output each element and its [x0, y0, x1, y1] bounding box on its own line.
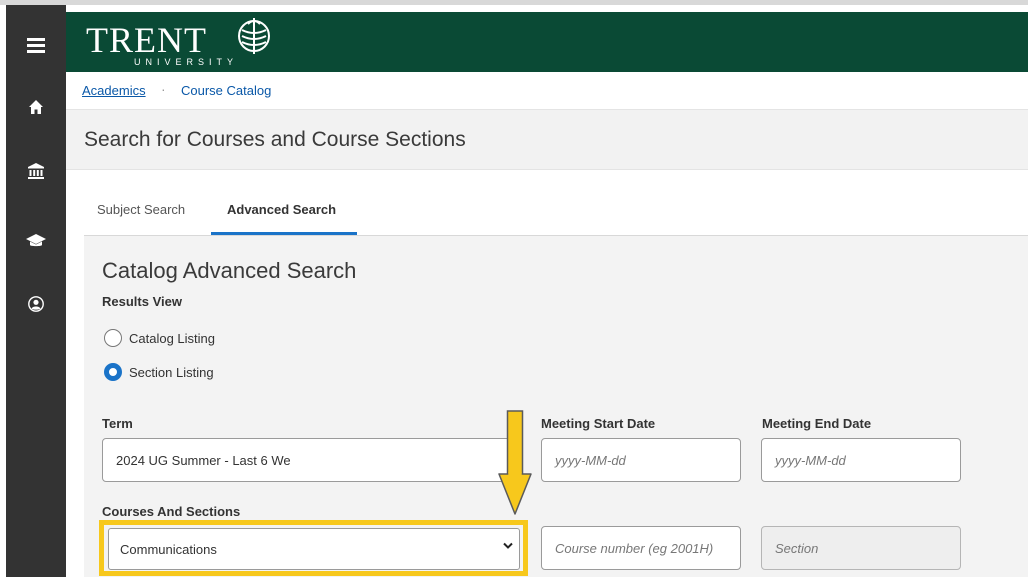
section-listing-radio[interactable] [104, 363, 122, 381]
meeting-start-date-label: Meeting Start Date [541, 416, 656, 431]
form-heading: Catalog Advanced Search [102, 258, 357, 283]
institution-icon[interactable] [6, 151, 66, 191]
course-number-input[interactable]: Course number (eg 2001H) [541, 526, 741, 570]
catalog-listing-option[interactable]: Catalog Listing [104, 328, 215, 348]
breadcrumb-course-catalog-link[interactable]: Course Catalog [181, 83, 271, 98]
tab-subject-search[interactable]: Subject Search [97, 202, 185, 217]
annotation-arrow-icon [498, 410, 532, 515]
subject-select[interactable]: Communications [108, 528, 520, 570]
subject-select-value: Communications [120, 541, 217, 557]
meeting-end-date-label: Meeting End Date [762, 416, 872, 431]
home-icon[interactable] [6, 87, 66, 127]
meeting-start-date-input[interactable]: yyyy-MM-dd [541, 438, 741, 482]
page-title: Search for Courses and Course Sections [84, 128, 466, 151]
section-input: Section [761, 526, 961, 570]
breadcrumb: Academics · Course Catalog [66, 72, 1028, 110]
catalog-listing-label: Catalog Listing [129, 330, 215, 346]
hamburger-menu-icon[interactable] [6, 25, 66, 65]
user-circle-icon[interactable] [6, 284, 66, 324]
breadcrumb-academics-link[interactable]: Academics [82, 83, 146, 98]
sidebar [6, 5, 66, 577]
top-header: TRENT UNIVERSITY [66, 12, 1028, 72]
results-view-label: Results View [102, 294, 182, 309]
term-label: Term [102, 416, 133, 431]
tab-advanced-search[interactable]: Advanced Search [227, 202, 336, 217]
logo-subtitle: UNIVERSITY [134, 57, 239, 67]
courses-and-sections-label: Courses And Sections [102, 504, 241, 519]
graduation-cap-icon[interactable] [6, 221, 66, 261]
term-field[interactable]: 2024 UG Summer - Last 6 We [102, 438, 522, 482]
logo-wordmark: TRENT [86, 20, 207, 60]
top-border [0, 0, 1028, 5]
meeting-end-date-input[interactable]: yyyy-MM-dd [761, 438, 961, 482]
catalog-listing-radio[interactable] [104, 329, 122, 347]
page-title-bar: Search for Courses and Course Sections [66, 110, 1028, 170]
section-listing-label: Section Listing [129, 364, 214, 380]
search-tabs: Subject Search Advanced Search [84, 190, 1028, 236]
chevron-down-icon [503, 542, 513, 549]
logo-emblem-icon [238, 18, 270, 54]
breadcrumb-separator: · [161, 81, 166, 97]
active-tab-indicator [211, 232, 357, 235]
section-listing-option[interactable]: Section Listing [104, 362, 214, 382]
